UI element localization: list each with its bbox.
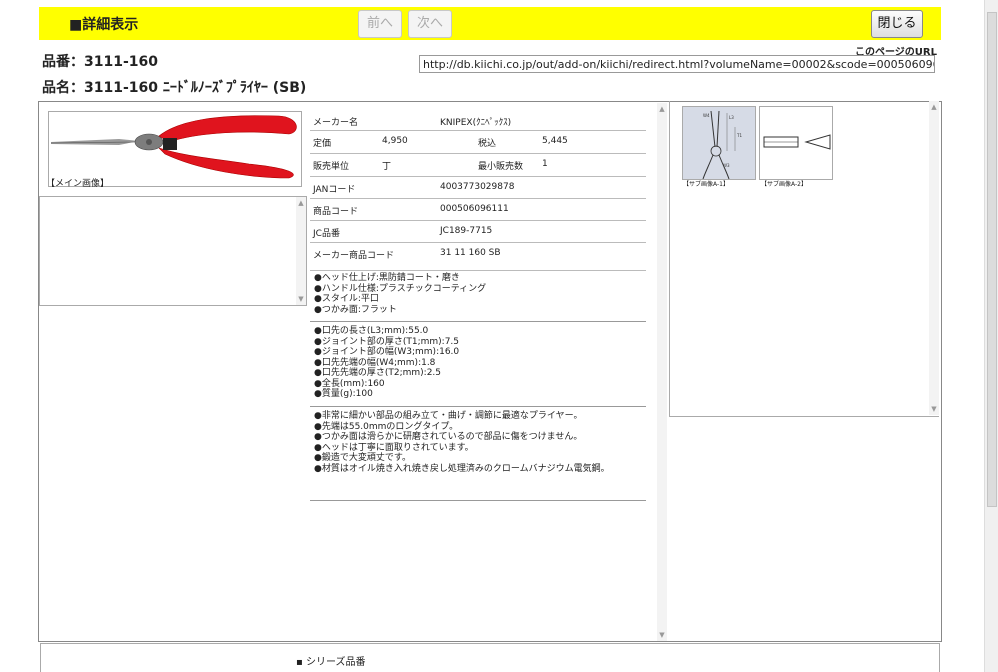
list-item: ●つかみ面:フラット bbox=[314, 304, 397, 315]
list-item: ●口先先端の幅(W4;mm):1.8 bbox=[314, 357, 436, 368]
header-bar: ■詳細表示 前へ 次へ 閉じる bbox=[39, 7, 941, 40]
sub-image-a1-caption: 【サブ画像A-1】 bbox=[683, 181, 729, 188]
right-pane-scrollbar[interactable]: ▲ ▼ bbox=[929, 101, 939, 415]
next-button[interactable]: 次へ bbox=[408, 10, 452, 38]
sub-image-a1[interactable]: W4 L3 T1 W3 bbox=[682, 106, 756, 180]
close-button[interactable]: 閉じる bbox=[871, 10, 923, 38]
price-label: 定価 bbox=[313, 139, 332, 149]
minqty-label: 最小販売数 bbox=[478, 162, 524, 172]
spec-table: メーカー名 KNIPEX(ｸﾆﾍﾟｯｸｽ) 定価 4,950 税込 5,445 … bbox=[310, 110, 646, 271]
list-item: ●スタイル:平口 bbox=[314, 294, 379, 304]
scroll-up-icon[interactable]: ▲ bbox=[657, 105, 667, 113]
left-pane-scrollbar[interactable]: ▲ ▼ bbox=[296, 197, 306, 305]
maker-label: メーカー名 bbox=[313, 118, 359, 128]
unit-label: 販売単位 bbox=[313, 162, 350, 172]
page-scroll-thumb[interactable] bbox=[987, 12, 997, 507]
minqty-value: 1 bbox=[542, 159, 548, 169]
makercode-label: メーカー商品コード bbox=[313, 251, 395, 261]
list-item: ●ヘッド仕上げ:黒防錆コート・磨き bbox=[314, 273, 460, 283]
feature-list: ●ヘッド仕上げ:黒防錆コート・磨き ●ハンドル仕様:プラスチックコーティング ●… bbox=[314, 273, 642, 315]
table-row: JC品番 JC189-7715 bbox=[310, 221, 646, 243]
maker-value: KNIPEX(ｸﾆﾍﾟｯｸｽ) bbox=[440, 118, 512, 128]
main-image-caption: 【メイン画像】 bbox=[46, 179, 110, 189]
list-item: ●ジョイント部の幅(W3;mm):16.0 bbox=[314, 347, 460, 357]
series-label: ▪ シリーズ品番 bbox=[296, 657, 366, 668]
code-label: 商品コード bbox=[313, 207, 359, 217]
dimension-list: ●口先の長さ(L3;mm):55.0 ●ジョイント部の厚さ(T1;mm):7.5… bbox=[314, 326, 642, 400]
list-item: ●口先の長さ(L3;mm):55.0 bbox=[314, 326, 429, 336]
list-item: ●質量(g):100 bbox=[314, 389, 373, 399]
scroll-up-icon[interactable]: ▲ bbox=[929, 103, 939, 111]
svg-text:W4: W4 bbox=[703, 113, 710, 118]
list-item: ●非常に細かい部品の組み立て・曲げ・調節に最適なプライヤー。 bbox=[314, 411, 583, 421]
svg-text:T1: T1 bbox=[736, 133, 742, 138]
plier-image bbox=[50, 115, 297, 179]
unit-value: 丁 bbox=[382, 162, 392, 172]
divider bbox=[310, 321, 646, 322]
table-row: 商品コード 000506096111 bbox=[310, 199, 646, 221]
makercode-value: 31 11 160 SB bbox=[440, 248, 501, 258]
series-panel bbox=[40, 643, 940, 672]
scroll-down-icon[interactable]: ▼ bbox=[296, 295, 306, 303]
code-value: 000506096111 bbox=[440, 204, 509, 214]
table-row: メーカー商品コード 31 11 160 SB bbox=[310, 243, 646, 271]
product-number: 品番：3111-160 bbox=[42, 54, 158, 70]
taxin-label: 税込 bbox=[478, 139, 497, 149]
product-name: 品名：3111-160 ﾆｰﾄﾞﾙﾉｰｽﾞﾌﾟﾗｲﾔｰ (SB) bbox=[42, 80, 307, 96]
price-value: 4,950 bbox=[382, 136, 408, 146]
left-scroll-pane: ▲ ▼ bbox=[39, 196, 307, 306]
page-title: ■詳細表示 bbox=[69, 17, 139, 33]
svg-text:W3: W3 bbox=[723, 163, 730, 168]
table-row: 定価 4,950 税込 5,445 bbox=[310, 131, 646, 154]
page-scrollbar[interactable] bbox=[984, 0, 998, 672]
taxin-value: 5,445 bbox=[542, 136, 568, 146]
list-item: ●口先先端の厚さ(T2;mm):2.5 bbox=[314, 368, 442, 378]
description-list: ●非常に細かい部品の組み立て・曲げ・調節に最適なプライヤー。 ●先端は55.0m… bbox=[314, 411, 642, 474]
scroll-down-icon[interactable]: ▼ bbox=[929, 405, 939, 413]
table-row: 販売単位 丁 最小販売数 1 bbox=[310, 154, 646, 177]
scroll-down-icon[interactable]: ▼ bbox=[657, 631, 667, 639]
jc-value: JC189-7715 bbox=[440, 226, 493, 236]
table-row: JANコード 4003773029878 bbox=[310, 177, 646, 199]
sub-image-a2-caption: 【サブ画像A-2】 bbox=[761, 181, 807, 188]
jan-label: JANコード bbox=[313, 185, 356, 195]
scroll-up-icon[interactable]: ▲ bbox=[296, 199, 306, 207]
middle-scrollbar[interactable]: ▲ ▼ bbox=[657, 103, 667, 641]
table-row: メーカー名 KNIPEX(ｸﾆﾍﾟｯｸｽ) bbox=[310, 110, 646, 131]
sub-image-a2[interactable] bbox=[759, 106, 833, 180]
divider bbox=[310, 500, 646, 501]
svg-text:L3: L3 bbox=[729, 115, 734, 120]
list-item: ●全長(mm):160 bbox=[314, 378, 385, 389]
plier-tip-icon bbox=[763, 134, 831, 150]
list-item: ●先端は55.0mmのロングタイプ。 bbox=[314, 421, 459, 432]
list-item: ●材質はオイル焼き入れ焼き戻し処理済みのクロームバナジウム電気鋼。 bbox=[314, 463, 610, 474]
list-item: ●ヘッドは丁寧に面取りされています。 bbox=[314, 442, 474, 453]
prev-button[interactable]: 前へ bbox=[358, 10, 402, 38]
list-item: ●つかみ面は滑らかに研磨されているので部品に傷をつけません。 bbox=[314, 432, 583, 442]
plier-diagram-icon: W4 L3 T1 W3 bbox=[702, 110, 742, 180]
divider bbox=[310, 406, 646, 407]
jc-label: JC品番 bbox=[313, 229, 340, 239]
list-item: ●鍛造で大変頑丈です。 bbox=[314, 453, 411, 463]
list-item: ●ハンドル仕様:プラスチックコーティング bbox=[314, 283, 487, 294]
jan-value: 4003773029878 bbox=[440, 182, 515, 192]
list-item: ●ジョイント部の厚さ(T1;mm):7.5 bbox=[314, 336, 460, 347]
page-url-field[interactable]: http://db.kiichi.co.jp/out/add-on/kiichi… bbox=[419, 55, 935, 73]
